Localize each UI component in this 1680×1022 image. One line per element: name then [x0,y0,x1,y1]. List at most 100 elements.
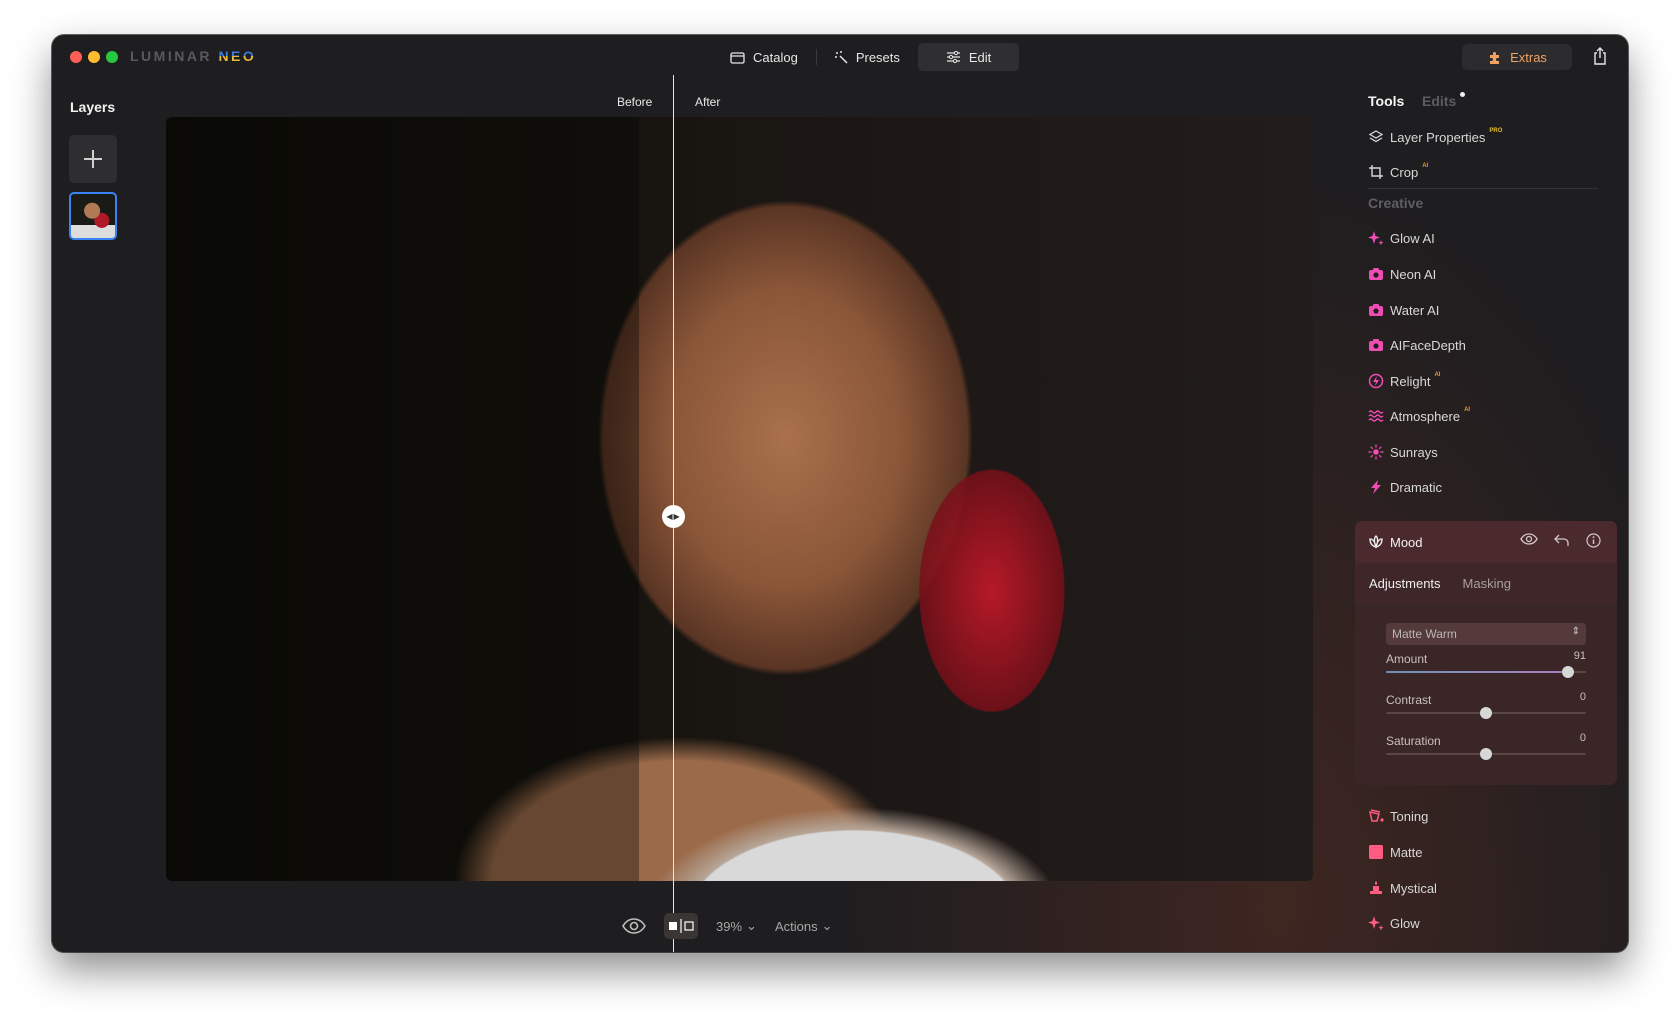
waves-icon [1368,408,1384,424]
tool-label: Toning [1390,808,1429,824]
tool-layer-properties[interactable]: Layer Properties PRO [1368,127,1502,147]
mood-preset-select[interactable]: Matte Warm ⇕ [1386,623,1586,645]
tool-water-ai[interactable]: Water AI [1368,300,1439,320]
tool-crop[interactable]: Crop AI [1368,162,1428,182]
slider-thumb[interactable] [1480,748,1492,760]
compare-toggle-button[interactable] [664,913,698,939]
ai-badge: AI [1464,407,1471,413]
paint-bucket-icon [1368,808,1384,824]
camera-icon [1368,266,1384,282]
undo-icon[interactable] [1554,533,1570,547]
nav-presets[interactable]: Presets [817,43,918,71]
tool-atmosphere[interactable]: Atmosphere AI [1368,406,1470,426]
lightning-circle-icon [1368,373,1384,389]
ai-badge: AI [1434,372,1441,378]
eye-icon[interactable] [1520,533,1538,545]
mood-title: Mood [1390,534,1423,550]
tool-glow[interactable]: Glow [1368,913,1420,933]
slider-saturation[interactable]: Saturation 0 [1386,732,1586,760]
slider-value: 0 [1579,732,1586,744]
before-label: Before [617,95,653,109]
slider-amount[interactable]: Amount 91 [1386,650,1586,678]
actions-dropdown[interactable]: Actions ⌄ [775,918,833,934]
main-nav: Catalog Presets Edit [712,43,1020,71]
tool-label: AIFaceDepth [1390,337,1466,353]
nav-presets-label: Presets [855,49,900,65]
tool-sunrays[interactable]: Sunrays [1368,442,1438,462]
slider-contrast[interactable]: Contrast 0 [1386,691,1586,719]
extras-button[interactable]: Extras [1462,44,1572,70]
close-window-button[interactable] [70,51,82,63]
divider-drag-handle[interactable]: ◀▶ [662,505,685,528]
tool-label: Sunrays [1390,444,1438,460]
nav-edit-label: Edit [968,49,992,65]
zoom-dropdown[interactable]: 39% ⌄ [716,918,757,934]
tool-label: Glow [1390,915,1420,931]
tool-label: Relight [1390,373,1431,389]
tool-label: Glow AI [1390,230,1435,246]
magic-wand-icon [834,50,848,64]
tool-label: Water AI [1390,302,1440,318]
title-bar: LUMINAR NEO Catalog Presets Edit Extras [52,35,1628,77]
slider-value: 91 [1573,650,1586,662]
tool-aifacedepth[interactable]: AIFaceDepth [1368,335,1466,355]
pro-badge: PRO [1489,128,1503,134]
minimize-window-button[interactable] [88,51,100,63]
slider-value: 0 [1579,691,1586,703]
tool-relight[interactable]: Relight AI [1368,371,1440,391]
folder-icon [730,51,745,64]
layer-thumbnail[interactable] [69,192,117,240]
zoom-value: 39% [716,918,743,934]
share-icon [1594,47,1606,65]
ai-badge: AI [1422,163,1429,169]
candle-icon [1368,880,1384,896]
chevron-down-icon: ⌄ [821,918,833,933]
slider-fill [1386,671,1562,673]
tab-adjustments[interactable]: Adjustments [1369,576,1441,591]
photo-canvas[interactable] [166,117,1313,881]
tab-tools[interactable]: Tools [1368,93,1404,109]
logo-text-neo: NEO [218,48,257,64]
add-layer-button[interactable] [69,135,117,183]
sun-icon [1368,444,1384,460]
slider-label: Saturation [1386,734,1441,748]
share-button[interactable] [1592,46,1612,68]
preset-value: Matte Warm [1392,627,1457,641]
tool-matte[interactable]: Matte [1368,842,1423,862]
mood-tool-panel: Mood Adjustments Masking Matte Warm ⇕ Am… [1355,521,1617,785]
puzzle-icon [1490,51,1500,64]
square-icon [1368,844,1384,860]
info-icon[interactable] [1586,533,1601,548]
tab-edits[interactable]: Edits [1422,93,1456,109]
section-divider [1368,188,1598,189]
slider-label: Amount [1386,652,1428,666]
bolt-icon [1368,479,1384,495]
tool-label: Neon AI [1390,266,1437,282]
after-label: After [695,95,721,109]
sparkle-icon [1368,230,1384,246]
slider-thumb[interactable] [1562,666,1574,678]
tab-masking[interactable]: Masking [1463,576,1511,591]
tool-dramatic[interactable]: Dramatic [1368,477,1442,497]
layers-title: Layers [70,99,116,115]
section-title-creative: Creative [1368,195,1424,211]
nav-edit[interactable]: Edit [917,43,1020,71]
slider-label: Contrast [1386,693,1432,707]
eye-icon[interactable] [622,918,646,934]
logo-text-luminar: LUMINAR [130,48,213,64]
updown-chevron-icon: ⇕ [1571,626,1580,637]
tool-glow-ai[interactable]: Glow AI [1368,228,1435,248]
slider-thumb[interactable] [1480,707,1492,719]
tool-label: Atmosphere [1390,408,1461,424]
sparkle-icon [1368,915,1384,931]
nav-catalog[interactable]: Catalog [712,43,816,71]
tool-toning[interactable]: Toning [1368,806,1428,826]
tool-label: Dramatic [1390,479,1443,495]
zoom-window-button[interactable] [106,51,118,63]
mood-header[interactable]: Mood [1355,521,1617,563]
mood-actions [1520,533,1601,548]
tool-mystical[interactable]: Mystical [1368,878,1437,898]
app-window: LUMINAR NEO Catalog Presets Edit Extras [52,35,1628,952]
tool-neon-ai[interactable]: Neon AI [1368,264,1436,284]
crop-icon [1368,164,1384,180]
